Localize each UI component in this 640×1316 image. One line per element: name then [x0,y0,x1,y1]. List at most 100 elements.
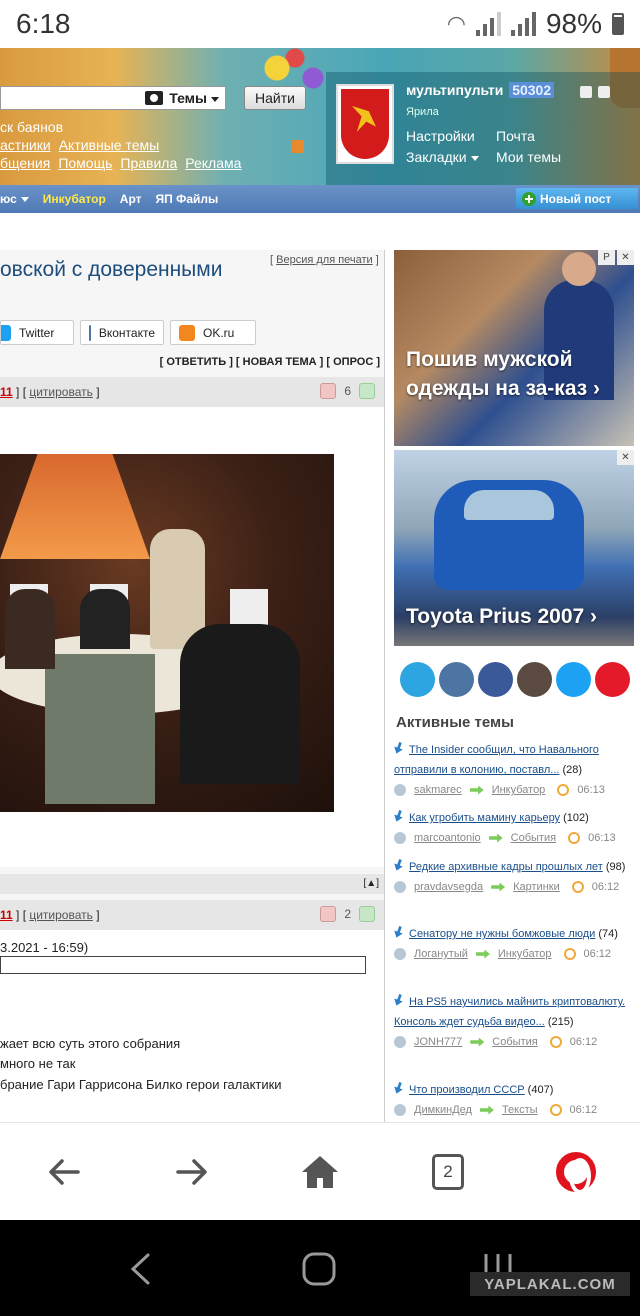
tabs-count: 2 [443,1162,453,1181]
post-rating: 2 [320,906,375,922]
reply-button[interactable]: ОТВЕТИТЬ [166,356,226,368]
topic-time: 06:12 [583,948,612,960]
thumbs-down-icon[interactable] [320,906,337,922]
tabs-icon: 2 [432,1154,464,1190]
ad-info-icon[interactable]: P [598,250,615,265]
tabs-button[interactable]: 2 [423,1147,473,1197]
topic-author[interactable]: pravdavsegda [414,877,483,897]
search-scope-select[interactable]: Темы [169,90,219,106]
telegram-icon[interactable] [400,662,435,697]
camera-icon[interactable] [145,91,164,105]
ad-text[interactable]: Toyota Prius 2007 › [406,602,597,631]
facebook-icon[interactable] [478,662,513,697]
plus-square-icon[interactable] [580,86,592,98]
exit-icon[interactable] [598,86,610,98]
search-button[interactable]: Найти [244,86,306,110]
thumbs-down-icon[interactable] [320,383,337,399]
post-number[interactable]: 11 [0,908,13,922]
user-reputation: 50302 [509,82,555,98]
list-item: The Insider сообщил, что Навального отпр… [394,740,634,800]
post-number[interactable]: 11 [0,385,13,399]
list-item: Сенатору не нужны бомжовые люди (74) Лог… [394,924,634,964]
plus-icon [522,191,536,206]
bookmarks-link[interactable]: Закладки [406,147,496,168]
user-icon [394,784,406,796]
close-icon[interactable]: ✕ [617,450,634,465]
vk-icon[interactable] [439,662,474,697]
search-input[interactable]: Темы [0,86,226,110]
topic-author[interactable]: JONH777 [414,1032,462,1052]
header-link-messages[interactable]: бщения [0,155,50,171]
post-image[interactable] [0,454,334,812]
header-link-bayans[interactable]: ск баянов [0,118,249,136]
topic-section[interactable]: Инкубатор [498,944,552,964]
mail-link[interactable]: Почта [496,126,535,147]
social-links [400,662,630,697]
clock-icon [563,948,576,960]
arrow-right-icon [488,833,503,843]
thumbs-up-icon[interactable] [359,383,375,399]
nav-item-news[interactable]: юс [0,192,29,206]
system-home-icon[interactable] [301,1251,337,1287]
topic-time: 06:12 [569,1036,598,1048]
topic-link[interactable]: Сенатору не нужны бомжовые люди [409,928,595,940]
new-post-button[interactable]: Новый пост [516,188,638,209]
quote-button[interactable]: цитировать [29,385,93,399]
quote-button[interactable]: цитировать [29,908,93,922]
topic-link[interactable]: Редкие архивные кадры прошлых лет [409,861,603,873]
signal-icon [475,12,501,36]
forward-button[interactable] [167,1147,217,1197]
post-text-line: жает всю суть этого собрания [0,1036,181,1051]
instagram-icon[interactable] [517,662,552,697]
close-icon[interactable]: ✕ [617,250,634,265]
print-version-link[interactable]: [ Версия для печати ] [270,254,379,266]
header-link-active-topics[interactable]: Активные темы [59,137,160,153]
system-back-icon[interactable] [128,1252,152,1286]
header-link-members[interactable]: астники [0,137,51,153]
topic-section[interactable]: Картинки [513,877,560,897]
share-twitter-button[interactable]: Twitter [0,320,74,345]
header-link-help[interactable]: Помощь [58,155,112,171]
nav-item-files[interactable]: ЯП Файлы [156,192,219,206]
share-ok-button[interactable]: OK.ru [170,320,256,345]
topic-section[interactable]: События [492,1032,537,1052]
username[interactable]: мультипульти 50302 [406,82,555,98]
topic-link[interactable]: Что производил СССР [409,1084,525,1096]
opera-menu-button[interactable] [551,1147,601,1197]
topic-section[interactable]: Инкубатор [492,780,546,800]
my-topics-link[interactable]: Мои темы [496,147,561,168]
ad-text[interactable]: Пошив мужской одежды на за-каз › [406,345,626,403]
ad-banner[interactable]: Toyota Prius 2007 › ✕ [394,450,634,646]
back-button[interactable] [39,1147,89,1197]
topic-link[interactable]: Как угробить мамину карьеру [409,812,560,824]
new-topic-button[interactable]: НОВАЯ ТЕМА [243,356,317,368]
nav-item-incubator[interactable]: Инкубатор [43,192,106,206]
header-link-rules[interactable]: Правила [120,155,177,171]
poll-button[interactable]: ОПРОС [333,356,373,368]
topic-link[interactable]: На PS5 научились майнить криптовалюту. К… [394,996,625,1028]
topic-time: 06:13 [588,832,616,844]
topic-author[interactable]: marcoantonio [414,828,481,848]
rss-icon[interactable] [291,140,304,153]
topic-author[interactable]: Логанутый [414,944,468,964]
wifi-icon: ◠ [446,11,466,36]
clock-icon [571,881,584,893]
header-link-ads[interactable]: Реклама [185,155,241,171]
zen-icon[interactable] [595,662,630,697]
nav-item-art[interactable]: Арт [120,192,142,206]
home-button[interactable] [295,1147,345,1197]
topic-section[interactable]: События [511,828,556,848]
user-icon [394,948,406,960]
topic-author[interactable]: sakmarec [414,780,462,800]
topic-author[interactable]: ДимкинДед [414,1100,472,1120]
user-icon [394,832,406,844]
avatar[interactable] [336,84,394,164]
ad-banner[interactable]: Пошив мужской одежды на за-каз › P ✕ [394,250,634,446]
scroll-top-icon[interactable]: [▲] [364,878,379,889]
thumbs-up-icon[interactable] [359,906,375,922]
chevron-down-icon [211,96,219,102]
twitter-icon[interactable] [556,662,591,697]
settings-link[interactable]: Настройки [406,126,496,147]
topic-section[interactable]: Тексты [502,1100,538,1120]
share-vk-button[interactable]: Вконтакте [80,320,164,345]
